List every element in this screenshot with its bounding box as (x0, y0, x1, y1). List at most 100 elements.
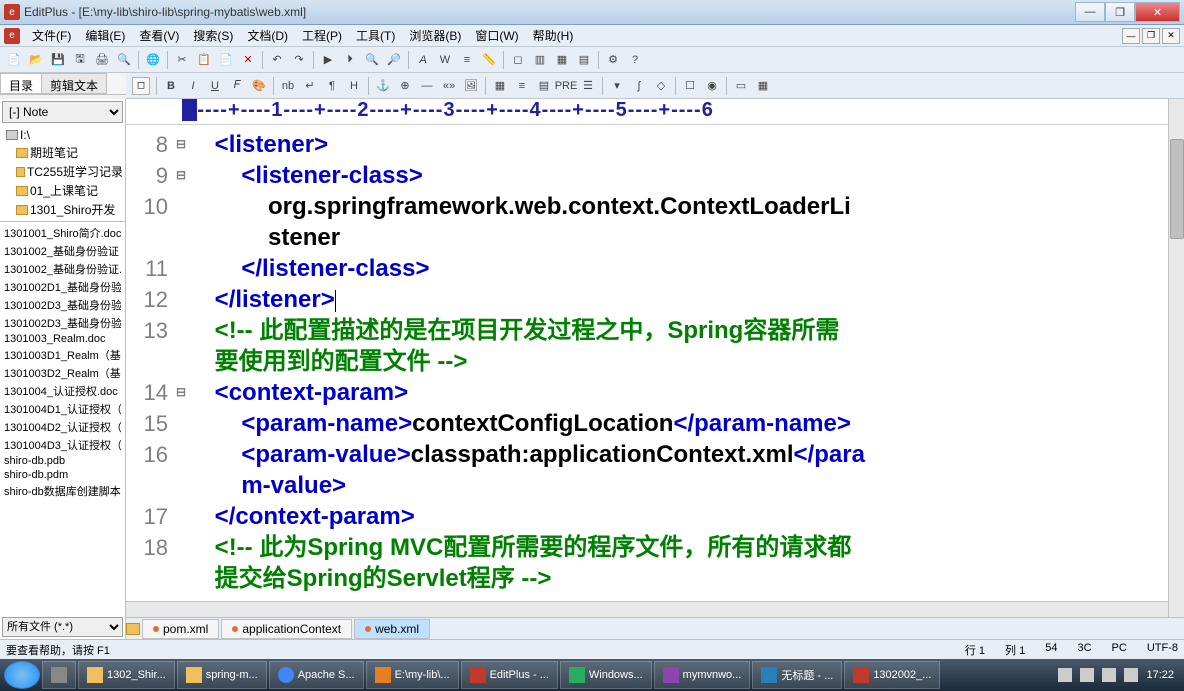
directory-tree[interactable]: I:\ 期班笔记 TC255班学习记录 01_上课笔记 1301_Shiro开发 (0, 125, 125, 221)
saveall-icon[interactable]: 🖫 (70, 50, 90, 70)
menu-tool[interactable]: 工具(T) (350, 25, 401, 46)
note-select[interactable]: [-] Note (2, 101, 123, 123)
file-filter[interactable]: 所有文件 (*.*) (2, 617, 123, 637)
ruler-icon[interactable]: 📏 (479, 50, 499, 70)
file-list[interactable]: 1301001_Shiro简介.doc 1301002_基础身份验证（ 1301… (0, 221, 125, 615)
object-icon[interactable]: ◇ (651, 76, 671, 96)
replace-icon[interactable]: 🔎 (384, 50, 404, 70)
hr-icon[interactable]: — (417, 76, 437, 96)
help-icon[interactable]: ? (625, 50, 645, 70)
nbsp-icon[interactable]: nb (278, 76, 298, 96)
inner-restore[interactable]: ❐ (1142, 28, 1160, 44)
taskbar-item[interactable]: EditPlus - ... (461, 661, 558, 689)
settings-icon[interactable]: ⚙ (603, 50, 623, 70)
output-icon[interactable]: ▤ (574, 50, 594, 70)
menu-edit[interactable]: 编辑(E) (79, 25, 131, 46)
para-icon[interactable]: ¶ (322, 76, 342, 96)
taskbar-item[interactable]: E:\my-lib\... (366, 661, 459, 689)
doc-tab-webxml[interactable]: web.xml (354, 619, 430, 639)
tray-volume-icon[interactable] (1124, 668, 1138, 682)
check-icon[interactable]: ☐ (680, 76, 700, 96)
folder-open-icon[interactable] (126, 623, 140, 635)
tray-icon[interactable] (1058, 668, 1072, 682)
undo-icon[interactable]: ↶ (267, 50, 287, 70)
dir-icon[interactable]: ▦ (552, 50, 572, 70)
start-button[interactable] (4, 661, 40, 689)
br-icon[interactable]: ↵ (300, 76, 320, 96)
paste-icon[interactable]: 📄 (216, 50, 236, 70)
form-icon[interactable]: ▤ (534, 76, 554, 96)
tab-cliptext[interactable]: 剪辑文本 (41, 73, 107, 94)
menu-view[interactable]: 查看(V) (133, 25, 185, 46)
anchor-icon[interactable]: ⚓ (373, 76, 393, 96)
fullscreen-icon[interactable]: ◻ (508, 50, 528, 70)
script-icon[interactable]: ʃ (629, 76, 649, 96)
select-icon[interactable]: ▾ (607, 76, 627, 96)
tray-icon[interactable] (1102, 668, 1116, 682)
font-icon[interactable]: A (413, 50, 433, 70)
new-icon[interactable]: 📄 (4, 50, 24, 70)
print-icon[interactable]: 🖨 (92, 50, 112, 70)
tray-icon[interactable] (1080, 668, 1094, 682)
save-icon[interactable]: 💾 (48, 50, 68, 70)
copy-icon[interactable]: 📋 (194, 50, 214, 70)
center-icon[interactable]: ≡ (512, 76, 532, 96)
frame-icon[interactable]: ▭ (731, 76, 751, 96)
font2-icon[interactable]: 𝐹 (227, 76, 247, 96)
vertical-scrollbar[interactable] (1168, 99, 1184, 639)
cut-icon[interactable]: ✂ (172, 50, 192, 70)
color-icon[interactable]: 🎨 (249, 76, 269, 96)
redo-icon[interactable]: ↷ (289, 50, 309, 70)
horizontal-scrollbar[interactable] (126, 601, 1168, 617)
system-tray[interactable]: 17:22 (1058, 668, 1180, 682)
taskbar-item[interactable]: Apache S... (269, 661, 364, 689)
doc-tab-appctx[interactable]: applicationContext (221, 619, 352, 639)
open-icon[interactable]: 📂 (26, 50, 46, 70)
taskbar-item[interactable]: mymvnwo... (654, 661, 751, 689)
preview-icon[interactable]: 🔍 (114, 50, 134, 70)
menu-file[interactable]: 文件(F) (26, 25, 77, 46)
comment-icon[interactable]: «» (439, 76, 459, 96)
italic-icon[interactable]: I (183, 76, 203, 96)
delete-icon[interactable]: ✕ (238, 50, 258, 70)
menu-browser[interactable]: 浏览器(B) (403, 25, 467, 46)
record-icon[interactable]: ▶ (318, 50, 338, 70)
menu-project[interactable]: 工程(P) (296, 25, 348, 46)
play-icon[interactable]: ⏵ (340, 50, 360, 70)
image-icon[interactable]: 🖼 (461, 76, 481, 96)
target-icon[interactable]: ⊕ (395, 76, 415, 96)
tab-directory[interactable]: 目录 (0, 73, 42, 94)
menu-window[interactable]: 窗口(W) (469, 25, 524, 46)
find-icon[interactable]: 🔍 (362, 50, 382, 70)
taskbar-item[interactable]: 1302_Shir... (78, 661, 175, 689)
split-icon[interactable]: ▥ (530, 50, 550, 70)
table-icon[interactable]: ▦ (490, 76, 510, 96)
pane-toggle[interactable]: ◻ (132, 77, 150, 95)
underline-icon[interactable]: U (205, 76, 225, 96)
linenum-icon[interactable]: ≡ (457, 50, 477, 70)
inner-minimize[interactable]: — (1122, 28, 1140, 44)
maximize-button[interactable]: ❐ (1105, 2, 1135, 22)
clock[interactable]: 17:22 (1146, 669, 1174, 681)
browser-icon[interactable]: 🌐 (143, 50, 163, 70)
pre-icon[interactable]: PRE (556, 76, 576, 96)
wrap-icon[interactable]: W (435, 50, 455, 70)
code-area[interactable]: 8⊟ <listener> 9⊟ <listener-class> 10 org… (126, 125, 1184, 598)
taskbar-item[interactable]: 1302002_... (844, 661, 940, 689)
editor[interactable]: ------+----1----+----2----+----3----+---… (126, 99, 1184, 639)
bold-icon[interactable]: B (161, 76, 181, 96)
menu-document[interactable]: 文档(D) (241, 25, 294, 46)
minimize-button[interactable]: — (1075, 2, 1105, 22)
taskbar-item[interactable]: Windows... (560, 661, 652, 689)
taskbar-pin[interactable] (42, 661, 76, 689)
menu-search[interactable]: 搜索(S) (187, 25, 239, 46)
taskbar-item[interactable]: spring-m... (177, 661, 267, 689)
list-icon[interactable]: ☰ (578, 76, 598, 96)
taskbar-item[interactable]: 无标题 - ... (752, 661, 842, 689)
close-button[interactable]: ✕ (1135, 2, 1180, 22)
doc-tab-pom[interactable]: pom.xml (142, 619, 219, 639)
radio-icon[interactable]: ◉ (702, 76, 722, 96)
menu-help[interactable]: 帮助(H) (527, 25, 580, 46)
grid-icon[interactable]: ▦ (753, 76, 773, 96)
inner-close[interactable]: ✕ (1162, 28, 1180, 44)
